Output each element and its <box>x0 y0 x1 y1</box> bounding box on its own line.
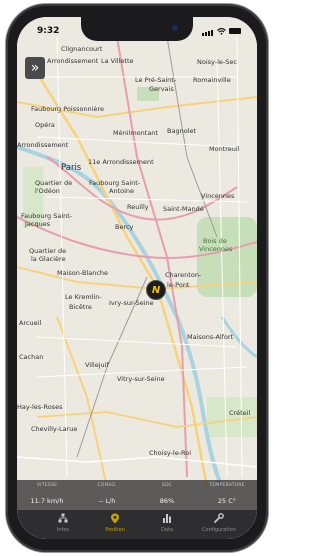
map-label: Le Kremlin- <box>65 293 102 301</box>
map-label: Faubourg Saint- <box>89 179 141 187</box>
map-label: Le Pré-Saint- <box>135 76 177 84</box>
map-label: Clignancourt <box>61 45 103 53</box>
map-label: Bois de <box>203 237 227 245</box>
map-label: Chevilly-Larue <box>31 425 78 433</box>
map-label: Bagnolet <box>167 127 197 135</box>
map-label: Villejuif <box>85 361 109 369</box>
map-label: Arcueil <box>19 319 42 327</box>
vehicle-location-marker[interactable]: N <box>146 280 166 300</box>
stat-soc: SOC 86% <box>137 480 197 505</box>
map-label: Jacques <box>25 220 51 228</box>
map-label: Faubourg Poissonnière <box>31 105 105 113</box>
map-label: Ménilmontant <box>113 129 158 137</box>
map-label-city: Paris <box>61 163 82 173</box>
vehicle-logo-icon: N <box>151 284 161 296</box>
map-label: Quartier de <box>35 179 73 187</box>
map-label: Arrondissement <box>17 141 69 149</box>
map-label: Montreuil <box>209 145 240 153</box>
map-label: Gervais <box>149 85 174 93</box>
map-label: Saint-Mandé <box>163 205 204 213</box>
stat-value: 25 C° <box>217 497 237 505</box>
map-label: Vincennes <box>201 192 235 200</box>
stat-speed: VITESSE 11.7 km/h <box>17 480 77 505</box>
map-label: Maisons-Alfort <box>187 333 234 341</box>
map-label: Bicêtre <box>69 303 92 311</box>
tab-infos[interactable]: Infos <box>37 510 89 539</box>
status-icons <box>202 26 241 36</box>
map-label: Faubourg Saint- <box>21 212 73 220</box>
double-chevron-right-icon: » <box>30 60 40 76</box>
tab-label: Data <box>161 527 173 533</box>
tab-label: Position <box>105 527 125 533</box>
map-label: l'Odéon <box>35 187 60 195</box>
tab-label: Configuration <box>202 527 236 533</box>
location-pin-icon <box>89 513 141 525</box>
stat-header: TEMPERATURE <box>209 483 245 488</box>
stat-value: 11.7 km/h <box>30 497 64 505</box>
map-label: Bercy <box>115 223 134 231</box>
map-label: Opéra <box>35 121 55 129</box>
map-label: la Glacière <box>31 255 66 263</box>
map-label: Ivry-sur-Seine <box>109 299 154 307</box>
sitemap-icon <box>37 513 89 525</box>
stat-header: CONSO. <box>97 483 117 488</box>
map-label: Créteil <box>229 409 251 417</box>
map-label: 11e Arrondissement <box>88 158 154 166</box>
tab-position[interactable]: Position <box>89 510 141 539</box>
map-label: Arrondissement <box>47 57 99 65</box>
stat-header: SOC <box>161 483 173 488</box>
map-label: Vincennes <box>199 245 233 253</box>
map-label: Romainville <box>193 76 231 84</box>
map-label: Maison-Blanche <box>57 269 109 277</box>
map-label: Quartier de <box>29 247 67 255</box>
camera-icon <box>172 25 178 31</box>
app-screen: Clignancourt Arrondissement La Villette … <box>17 17 257 539</box>
map-label: Choisy-le-Roi <box>149 449 192 457</box>
telemetry-stats-bar: VITESSE 11.7 km/h CONSO. -- L/h SOC 86% … <box>17 480 257 510</box>
menu-expand-button[interactable]: » <box>25 57 45 79</box>
map-view[interactable] <box>17 17 257 539</box>
map-label: Antoine <box>109 187 135 195</box>
status-time: 9:32 <box>37 26 60 36</box>
wrench-icon <box>193 513 245 525</box>
device-frame: Clignancourt Arrondissement La Villette … <box>0 0 274 556</box>
battery-icon <box>229 28 241 34</box>
map-label: Vitry-sur-Seine <box>117 375 165 383</box>
tab-data[interactable]: Data <box>141 510 193 539</box>
stat-value: 86% <box>159 497 175 505</box>
stat-value: -- L/h <box>98 497 116 505</box>
stat-temperature: TEMPERATURE 25 C° <box>197 480 257 505</box>
stat-header: VITESSE <box>36 483 58 488</box>
wifi-icon <box>217 27 226 35</box>
park-area <box>207 397 257 437</box>
map-label: le-Pont <box>167 281 190 289</box>
map-label: Hay-les-Roses <box>17 403 63 411</box>
signal-icon <box>202 26 214 36</box>
map-label: Charenton- <box>165 271 202 279</box>
stat-consumption: CONSO. -- L/h <box>77 480 137 505</box>
tab-label: Infos <box>56 527 70 533</box>
map-label: Noisy-le-Sec <box>197 58 237 66</box>
map-label: Reuilly <box>127 203 149 211</box>
map-label: Cachan <box>19 353 44 361</box>
map-label: La Villette <box>101 57 134 65</box>
bar-chart-icon <box>141 513 193 525</box>
tab-configuration[interactable]: Configuration <box>193 510 245 539</box>
bottom-tab-bar: Infos Position Data Configuration <box>17 510 257 539</box>
